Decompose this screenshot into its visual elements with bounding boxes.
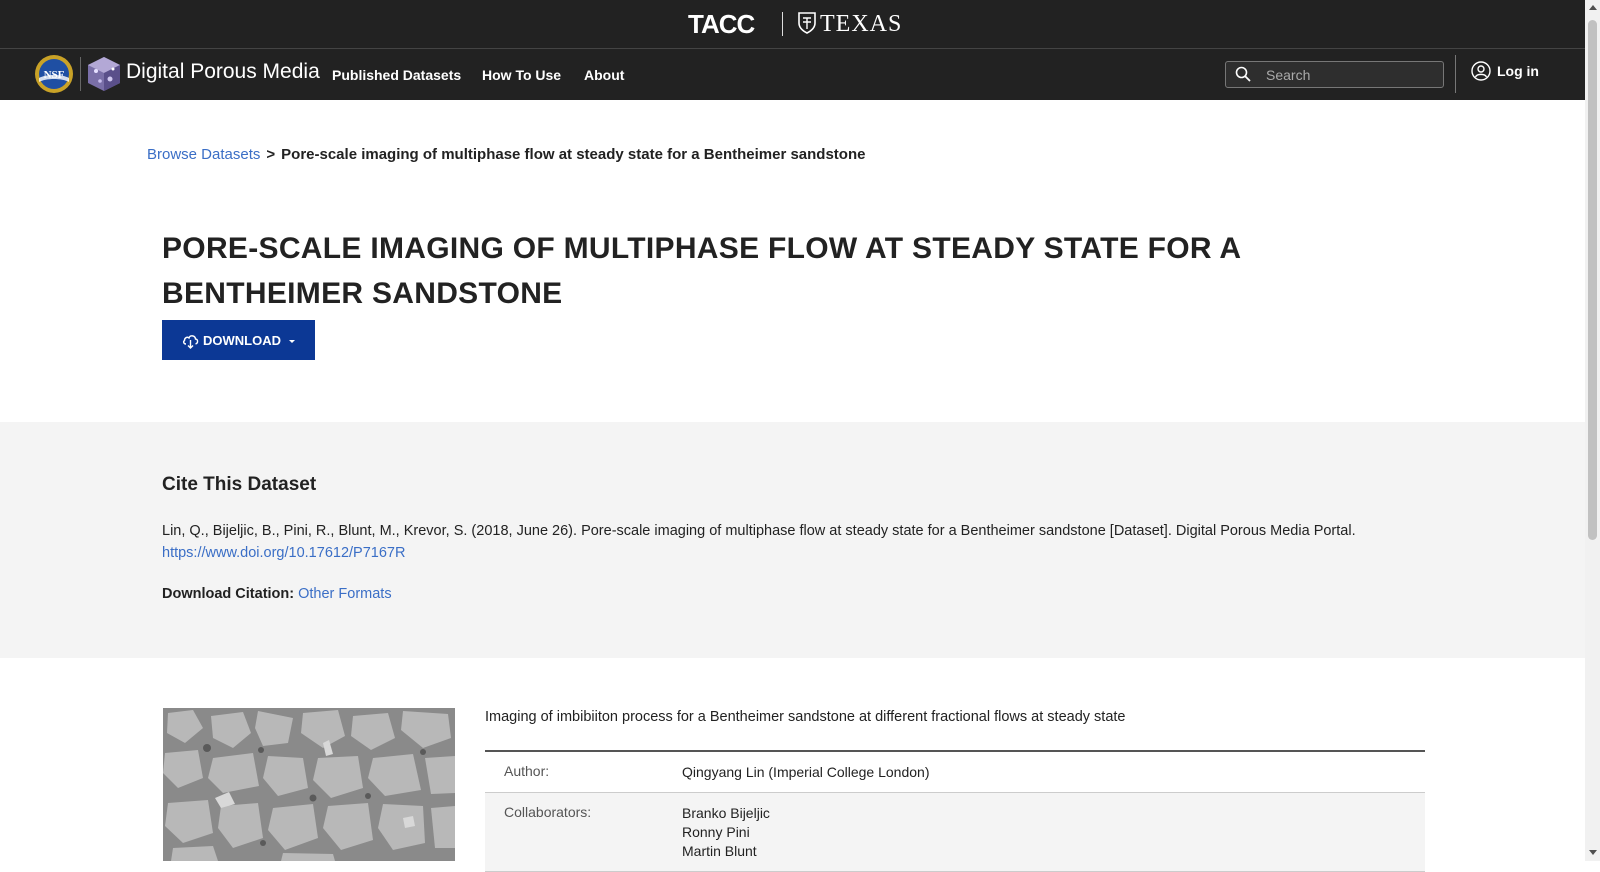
- chevron-down-icon: [289, 339, 295, 343]
- download-citation-label: Download Citation:: [162, 586, 295, 602]
- search-input[interactable]: [1264, 64, 1438, 85]
- collaborators-label: Collaborators:: [504, 804, 592, 820]
- site-brand[interactable]: Digital Porous Media: [126, 60, 320, 84]
- login-button[interactable]: Log in: [1471, 61, 1539, 81]
- author-label: Author:: [504, 763, 550, 779]
- author-value: Qingyang Lin (Imperial College London): [682, 764, 930, 780]
- nav-how-to-use[interactable]: How To Use: [482, 67, 561, 83]
- texas-logo[interactable]: TEXAS: [798, 11, 902, 38]
- nav-about[interactable]: About: [584, 67, 624, 83]
- collaborator-name: Branko Bijeljic: [682, 805, 770, 821]
- search-box[interactable]: [1225, 61, 1444, 88]
- scrollbar-thumb[interactable]: [1588, 20, 1597, 540]
- collaborators-row: Collaborators: Branko Bijeljic Ronny Pin…: [485, 793, 1425, 872]
- citation-text: Lin, Q., Bijeljic, B., Pini, R., Blunt, …: [162, 520, 1422, 564]
- search-icon: [1235, 66, 1251, 82]
- doi-link[interactable]: https://www.doi.org/10.17612/P7167R: [162, 545, 405, 561]
- top-banner: TACC TEXAS: [0, 0, 1585, 49]
- cloud-download-icon: [182, 334, 199, 349]
- page-scrollbar[interactable]: [1585, 0, 1600, 861]
- logo-divider: [80, 57, 81, 91]
- author-row: Author: Qingyang Lin (Imperial College L…: [485, 752, 1425, 793]
- dataset-thumbnail-image[interactable]: [163, 708, 455, 861]
- breadcrumb-current: Pore-scale imaging of multiphase flow at…: [281, 146, 866, 163]
- breadcrumb-separator: >: [266, 146, 276, 163]
- cite-heading: Cite This Dataset: [162, 474, 317, 495]
- metadata-table: Author: Qingyang Lin (Imperial College L…: [485, 750, 1425, 872]
- collaborators-list: Branko Bijeljic Ronny Pini Martin Blunt: [682, 793, 1425, 871]
- logo-separator: [782, 12, 783, 36]
- download-label: DOWNLOAD: [203, 332, 281, 348]
- tacc-logo[interactable]: TACC: [688, 9, 755, 40]
- dataset-description: Imaging of imbibiiton process for a Bent…: [485, 709, 1126, 725]
- user-icon: [1471, 61, 1491, 81]
- breadcrumb: Browse Datasets > Pore-scale imaging of mu…: [147, 146, 865, 163]
- dpm-cube-logo-icon[interactable]: [86, 55, 122, 93]
- nsf-logo-icon[interactable]: NSF: [34, 54, 74, 94]
- nav-published-datasets[interactable]: Published Datasets: [332, 67, 461, 83]
- svg-text:NSF: NSF: [44, 69, 65, 81]
- collaborator-name: Martin Blunt: [682, 843, 757, 859]
- ut-shield-icon: [798, 12, 816, 34]
- download-citation: Download Citation: Other Formats: [162, 586, 392, 602]
- scroll-up-arrow-icon[interactable]: [1589, 5, 1597, 10]
- citation-body: Lin, Q., Bijeljic, B., Pini, R., Blunt, …: [162, 523, 1356, 539]
- nav-divider: [1455, 55, 1456, 93]
- other-formats-link[interactable]: Other Formats: [298, 586, 391, 602]
- cite-section: Cite This Dataset Lin, Q., Bijeljic, B.,…: [0, 422, 1585, 658]
- login-label: Log in: [1497, 63, 1539, 79]
- main-navbar: NSF Digital Porous Media Published Datas…: [0, 49, 1585, 100]
- download-button[interactable]: DOWNLOAD: [162, 320, 315, 360]
- scroll-down-arrow-icon[interactable]: [1589, 850, 1597, 855]
- collaborator-name: Ronny Pini: [682, 824, 750, 840]
- page-title: Pore-scale imaging of multiphase flow at…: [162, 232, 1241, 310]
- breadcrumb-browse-datasets[interactable]: Browse Datasets: [147, 146, 260, 163]
- texas-logo-text: TEXAS: [820, 11, 903, 37]
